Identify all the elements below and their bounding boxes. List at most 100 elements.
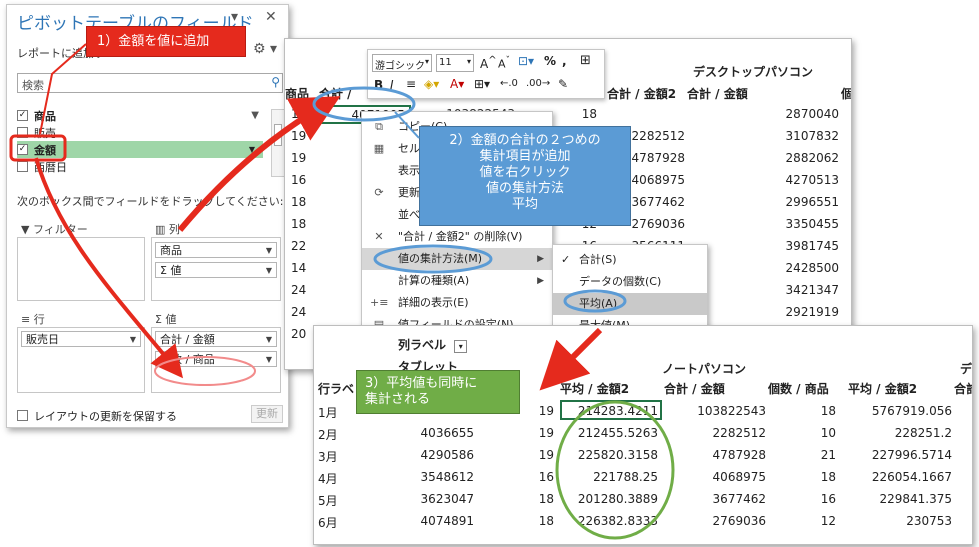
cell-left: 14	[291, 261, 307, 275]
cell-left: 24	[291, 283, 307, 297]
font-size-select[interactable]: 11 ▾	[436, 54, 474, 72]
chevron-down-icon[interactable]: ▼	[266, 335, 272, 344]
filter-drop-area[interactable]	[17, 237, 145, 301]
search-icon: ⚲	[271, 75, 280, 89]
cell-left: 19	[291, 129, 307, 143]
checkbox-checked-icon[interactable]: ✓	[17, 110, 28, 121]
submenu-item[interactable]: 平均(A)	[553, 293, 707, 315]
header-count-product: 個数 / 商品	[768, 382, 829, 396]
result-pivot-sheet: 列ラベル ▾ タブレット ノートパソコン デ 行ラベ 商品 平均 / 金額2 合…	[313, 325, 973, 545]
rows-icon: ≡	[21, 313, 31, 326]
close-icon[interactable]: ✕	[265, 9, 277, 25]
field-scrollbar[interactable]	[271, 109, 285, 177]
cell-left: 19	[291, 151, 307, 165]
column-chip-product[interactable]: 商品 ▼	[155, 242, 277, 258]
cell-desktop: 2428500	[785, 261, 839, 275]
cell-desktop: 3350455	[785, 217, 839, 231]
update-button[interactable]: 更新	[251, 405, 283, 423]
chevron-down-icon[interactable]: ▼	[266, 355, 272, 364]
bold-button[interactable]: B	[374, 78, 383, 92]
callout-step2-line: 値を右クリック	[479, 165, 571, 180]
table-row: 4月 3548612 16 221788.25 4068975 18 226054.1667	[314, 470, 972, 492]
grow-font-icon[interactable]: A^	[480, 55, 497, 71]
chip-label: 商品	[160, 244, 182, 257]
cell-month: 4月	[318, 472, 338, 486]
align-center-icon[interactable]: ≡	[406, 77, 416, 91]
cell-left: 19	[291, 107, 307, 121]
currency-format-icon[interactable]: ⊡▾	[518, 54, 534, 68]
cell-month: 6月	[318, 516, 338, 530]
font-name-value: 游ゴシック	[375, 61, 425, 72]
submenu-item[interactable]: ✓ 合計(S)	[553, 249, 707, 271]
decrease-decimal-icon[interactable]: .00→	[526, 78, 550, 89]
value-chip-count[interactable]: 個数 / 商品 ▼	[155, 351, 277, 367]
table-row: 2月 4036655 19 212455.5263 2282512 10 228251.2	[314, 426, 972, 448]
value-area-label: Σ 値	[155, 311, 176, 327]
field-item-sales[interactable]: 販売	[17, 124, 263, 141]
chevron-down-icon[interactable]: ▼	[130, 335, 136, 344]
borders-icon[interactable]: ⊞▾	[474, 77, 490, 91]
cell-sum2: 2282512	[712, 426, 766, 440]
column-chip-values[interactable]: Σ 値 ▼	[155, 262, 277, 278]
filter-dropdown-icon[interactable]: ▾	[454, 340, 468, 353]
defer-update-checkbox[interactable]: レイアウトの更新を保留する	[17, 407, 217, 424]
col-header-count: 個	[841, 87, 852, 101]
callout-step2: 2）金額の合計の２つめの 集計項目が追加 値を右クリック 値の集計方法 平均	[419, 126, 631, 226]
scroll-thumb[interactable]	[274, 124, 282, 146]
value-chip-sum[interactable]: 合計 / 金額 ▼	[155, 331, 277, 347]
drag-hint: 次のボックス間でフィールドをドラッグしてください:	[17, 195, 284, 208]
cell-sum: 4074891	[420, 514, 474, 528]
checkbox-icon[interactable]	[17, 161, 28, 172]
context-menu-item[interactable]: 値の集計方法(M) ▶	[362, 248, 552, 270]
field-item-product[interactable]: ✓ 商品 ▼	[17, 107, 263, 124]
header-sum-truncated: 合計	[954, 382, 972, 396]
header-avg-amount: 平均 / 金額2	[560, 382, 630, 396]
increase-decimal-icon[interactable]: ←.0	[500, 78, 518, 89]
row-label-text: 行	[33, 313, 45, 326]
percent-button[interactable]: %	[544, 54, 556, 68]
field-item-amount[interactable]: ✓ 金額 ▼	[17, 141, 263, 158]
desktop-header: デスクトップパソコン	[693, 65, 814, 79]
cell-average: 225820.3158	[577, 448, 658, 462]
cell-count: 18	[581, 107, 597, 121]
callout-step1: 1）金額を値に追加	[86, 26, 246, 57]
context-menu-item[interactable]: ✕ "合計 / 金額2" の削除(V)	[362, 226, 552, 248]
pane-options-icon[interactable]: ▾	[231, 9, 238, 25]
cell-count2: 18	[820, 404, 836, 418]
fill-color-icon[interactable]: ◈▾	[424, 77, 439, 91]
context-menu-item[interactable]: +≡ 詳細の表示(E)	[362, 292, 552, 314]
chip-label: Σ 値	[160, 264, 182, 277]
checkbox-icon[interactable]	[17, 127, 28, 138]
comma-button[interactable]: ,	[562, 54, 567, 68]
filter-label-text: フィルター	[32, 223, 88, 236]
chevron-down-icon[interactable]: ▼	[266, 266, 272, 275]
format-painter-icon[interactable]: ✎	[558, 77, 568, 91]
field-label: 金額	[34, 143, 56, 157]
font-color-icon[interactable]: A▾	[450, 77, 464, 91]
table-row: 3月 4290586 19 225820.3158 4787928 21 227996.57…	[314, 448, 972, 470]
gear-icon[interactable]: ⚙ ▾	[253, 41, 277, 57]
format-table-icon[interactable]: ⊞	[580, 53, 591, 68]
cell-average2: 227996.5714	[871, 448, 952, 462]
submenu-arrow-icon: ▶	[537, 276, 544, 286]
italic-button[interactable]: I	[390, 78, 394, 92]
field-item-year[interactable]: 西暦日	[17, 158, 263, 175]
checkbox-checked-icon[interactable]: ✓	[17, 144, 28, 155]
filter-icon[interactable]: ▼	[251, 110, 259, 121]
checkbox-icon[interactable]	[17, 410, 28, 421]
search-input[interactable]: 検索 ⚲	[17, 73, 283, 93]
cell-average2: 229841.375	[879, 492, 952, 506]
font-name-select[interactable]: 游ゴシック ▾	[372, 54, 432, 72]
chevron-down-icon[interactable]: ▼	[266, 246, 272, 255]
chevron-down-icon[interactable]: ▾	[467, 57, 471, 66]
dropdown-arrow-icon[interactable]: ▼	[249, 145, 255, 154]
context-menu-item[interactable]: 計算の種類(A) ▶	[362, 270, 552, 292]
chevron-down-icon[interactable]: ▾	[425, 57, 429, 66]
check-icon: ✓	[561, 253, 571, 266]
row-labels-header: 行ラベ	[318, 382, 355, 396]
shrink-font-icon[interactable]: Aˇ	[498, 55, 510, 71]
cell-sum2: 3677462	[712, 492, 766, 506]
row-chip-date[interactable]: 販売日 ▼	[21, 331, 141, 347]
submenu-item[interactable]: データの個数(C)	[553, 271, 707, 293]
col-labels-header: 列ラベル ▾	[398, 336, 468, 353]
